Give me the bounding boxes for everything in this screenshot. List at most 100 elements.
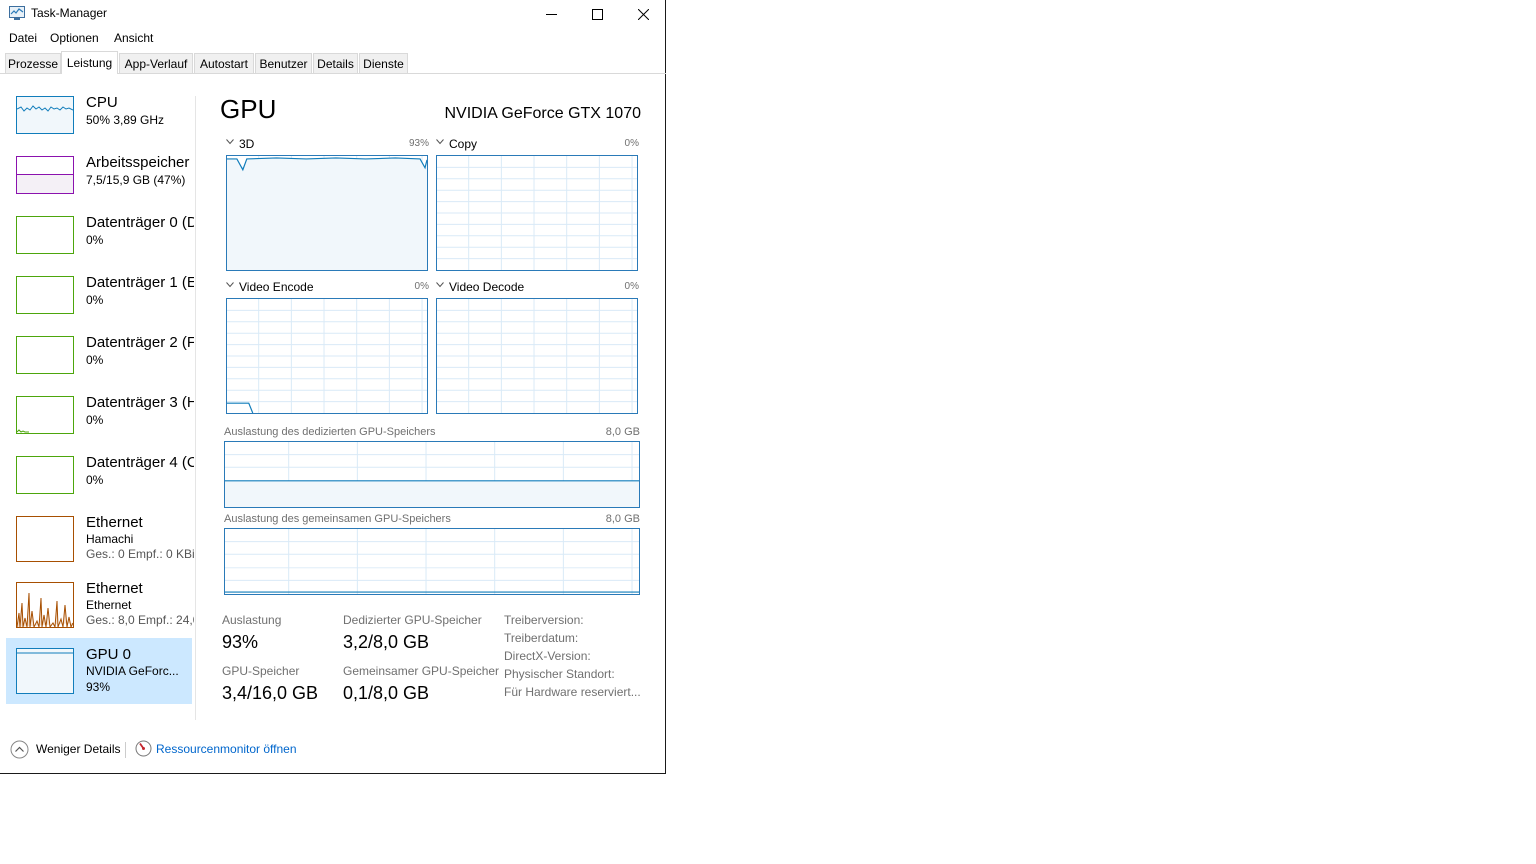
sidebar-item-ethernet-hamachi[interactable]: Ethernet Hamachi Ges.: 0 Empf.: 0 KBit/s (6, 510, 194, 576)
sidebar-item-disk-4[interactable]: Datenträger 4 (C:) 0% (6, 450, 194, 510)
sidebar-item-sub: 0% (86, 413, 104, 427)
sidebar-item-title: Ethernet (86, 514, 143, 531)
title-bar[interactable]: Task-Manager (0, 0, 666, 28)
ethernet-sparkline (16, 592, 74, 629)
chevron-up-circle-icon[interactable] (10, 740, 29, 759)
chevron-down-icon[interactable] (226, 139, 234, 145)
menu-bar: Datei Optionen Ansicht (0, 28, 666, 49)
sidebar-item-sub: Hamachi (86, 532, 134, 546)
disk-thumbnail (16, 336, 74, 374)
resource-sidebar: CPU 50% 3,89 GHz Arbeitsspeicher 7,5/15,… (6, 90, 194, 718)
sidebar-item-title: GPU 0 (86, 646, 132, 663)
engine-video-encode-chart (227, 299, 427, 413)
close-button[interactable] (620, 0, 666, 28)
driver-version-label: Treiberversion: (504, 613, 584, 627)
sidebar-item-memory[interactable]: Arbeitsspeicher 7,5/15,9 GB (47%) (6, 150, 192, 210)
hardware-reserved-label: Für Hardware reserviert... (504, 685, 641, 699)
resource-monitor-icon[interactable] (135, 740, 152, 757)
panel-divider (195, 96, 196, 720)
dedicated-memory-chart (225, 442, 639, 507)
sidebar-item-disk-3[interactable]: Datenträger 3 (H:) 0% (6, 390, 194, 450)
menu-optionen[interactable]: Optionen (50, 31, 99, 45)
chevron-down-icon[interactable] (226, 282, 234, 288)
gpu-sparkline (17, 652, 73, 654)
open-resource-monitor-link[interactable]: Ressourcenmonitor öffnen (156, 742, 297, 756)
ethernet-thumbnail (16, 516, 74, 562)
fewer-details-button[interactable]: Weniger Details (36, 742, 120, 756)
sidebar-item-sub2: Ges.: 0 Empf.: 0 KBit/s (86, 547, 194, 561)
maximize-button[interactable] (574, 0, 620, 28)
chevron-down-icon[interactable] (436, 139, 444, 145)
tab-strip: Prozesse Leistung App-Verlauf Autostart … (0, 51, 666, 74)
directx-version-label: DirectX-Version: (504, 649, 591, 663)
sidebar-item-sub: Ethernet (86, 598, 132, 612)
sidebar-item-title: Datenträger 2 (F:) (86, 334, 194, 351)
dedicated-memory-stat-value: 3,2/8,0 GB (343, 632, 430, 652)
sidebar-item-ethernet[interactable]: Ethernet Ethernet Ges.: 8,0 Empf.: 24,0 … (6, 576, 194, 638)
page-title: GPU (220, 94, 277, 124)
sidebar-item-disk-2[interactable]: Datenträger 2 (F:) 0% (6, 330, 194, 390)
tab-prozesse[interactable]: Prozesse (5, 53, 61, 73)
tab-dienste[interactable]: Dienste (359, 53, 408, 73)
engine-video-decode-chart (437, 299, 637, 413)
maximize-icon (591, 8, 603, 20)
utilization-label: Auslastung (222, 613, 282, 627)
engine-video-decode-label[interactable]: Video Decode (449, 280, 524, 294)
sidebar-item-title: CPU (86, 94, 118, 111)
gpu-memory-value: 3,4/16,0 GB (222, 683, 319, 703)
sidebar-item-title: Datenträger 0 (D:) (86, 214, 194, 231)
engine-3d-percent: 93% (408, 138, 429, 149)
menu-datei[interactable]: Datei (9, 31, 37, 45)
sidebar-item-disk-0[interactable]: Datenträger 0 (D:) 0% (6, 210, 194, 270)
sidebar-item-gpu-0[interactable]: GPU 0 NVIDIA GeForc... 93% (6, 638, 192, 704)
task-manager-icon (9, 6, 25, 20)
engine-video-decode-percent: 0% (624, 281, 639, 292)
sidebar-item-title: Datenträger 1 (E:) (86, 274, 194, 291)
footer-separator (125, 742, 126, 758)
sidebar-item-sub: 0% (86, 293, 104, 307)
shared-memory-max: 8,0 GB (605, 513, 640, 525)
gpu-thumbnail (16, 648, 74, 694)
disk-thumbnail (16, 216, 74, 254)
engine-3d-label[interactable]: 3D (239, 137, 254, 151)
close-icon (637, 8, 649, 20)
gpu-memory-label: GPU-Speicher (222, 664, 300, 678)
cpu-sparkline (16, 105, 74, 112)
physical-location-label: Physischer Standort: (504, 667, 615, 681)
sidebar-item-disk-1[interactable]: Datenträger 1 (E:) 0% (6, 270, 194, 330)
shared-memory-graph (224, 528, 640, 595)
engine-video-decode-graph (436, 298, 638, 414)
dedicated-memory-label: Auslastung des dedizierten GPU-Speichers (224, 426, 436, 438)
minimize-icon (545, 13, 557, 15)
tab-benutzer[interactable]: Benutzer (255, 53, 312, 73)
chevron-down-icon[interactable] (436, 282, 444, 288)
task-manager-window: Task-Manager Datei Optionen Ansicht Proz… (0, 0, 666, 774)
engine-3d-chart (227, 156, 427, 270)
sidebar-item-sub2: 93% (86, 680, 111, 694)
tab-app-verlauf[interactable]: App-Verlauf (119, 53, 193, 73)
sidebar-item-title: Datenträger 3 (H:) (86, 394, 194, 411)
tab-autostart[interactable]: Autostart (194, 53, 254, 73)
memory-thumbnail (16, 156, 74, 194)
sidebar-item-sub: NVIDIA GeForc... (86, 664, 179, 678)
sidebar-item-cpu[interactable]: CPU 50% 3,89 GHz (6, 90, 192, 150)
sidebar-item-sub2: Ges.: 8,0 Empf.: 24,0 KBit/s (86, 613, 194, 627)
engine-video-encode-graph (226, 298, 428, 414)
footer-bar: Weniger Details Ressourcenmonitor öffnen (0, 736, 666, 764)
minimize-button[interactable] (528, 0, 574, 28)
driver-date-label: Treiberdatum: (504, 631, 579, 645)
engine-copy-label[interactable]: Copy (449, 137, 477, 151)
disk-thumbnail (16, 396, 74, 434)
engine-copy-percent: 0% (624, 138, 639, 149)
menu-ansicht[interactable]: Ansicht (114, 31, 153, 45)
cpu-thumbnail (16, 96, 74, 134)
engine-video-encode-label[interactable]: Video Encode (239, 280, 314, 294)
tab-details[interactable]: Details (313, 53, 358, 73)
engine-video-encode-percent: 0% (414, 281, 429, 292)
tab-leistung[interactable]: Leistung (61, 51, 118, 74)
dedicated-memory-stat-label: Dedizierter GPU-Speicher (343, 613, 482, 627)
sidebar-item-sub: 0% (86, 353, 104, 367)
shared-memory-stat-value: 0,1/8,0 GB (343, 683, 430, 703)
sidebar-item-sub: 50% 3,89 GHz (86, 113, 165, 127)
disk-thumbnail (16, 276, 74, 314)
